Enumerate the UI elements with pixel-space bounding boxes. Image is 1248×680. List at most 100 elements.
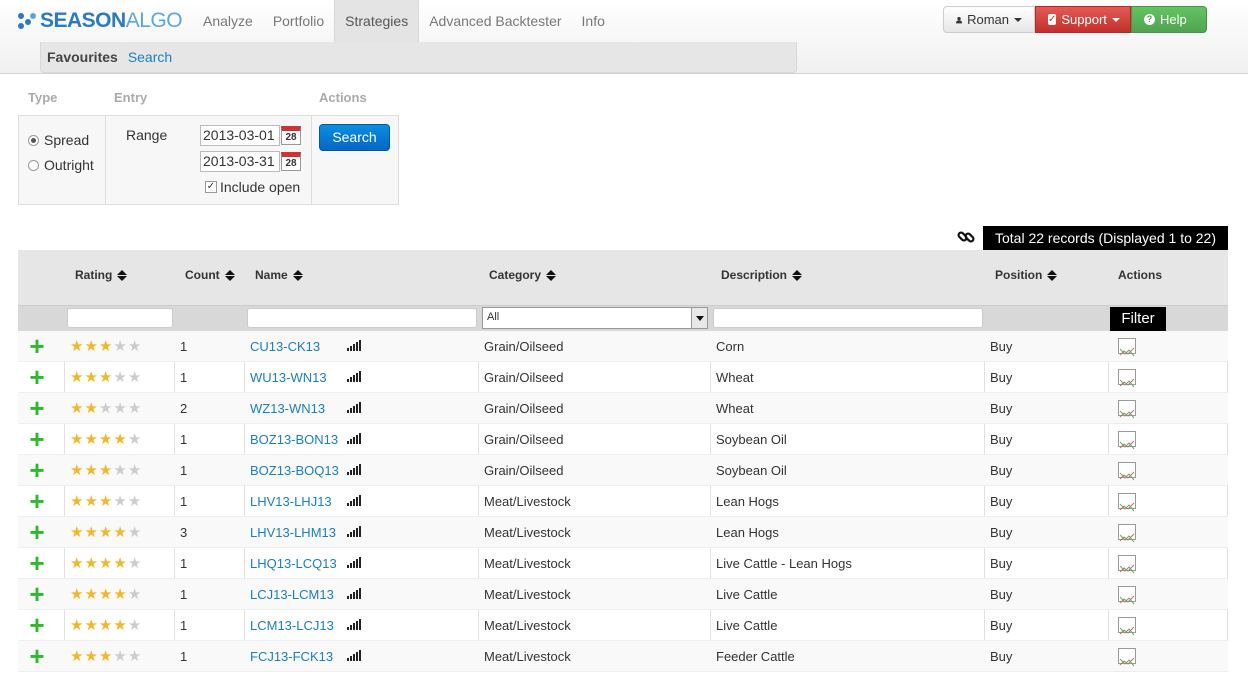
row-name-link[interactable]: LHV13-LHM13 — [250, 517, 336, 548]
include-open-label: Include open — [220, 179, 301, 195]
add-to-favourites-icon[interactable]: + — [27, 610, 47, 641]
help-button[interactable]: ? Help — [1131, 6, 1207, 33]
chart-icon[interactable] — [1118, 524, 1136, 543]
search-button[interactable]: Search — [319, 124, 390, 151]
header-category[interactable]: Category — [489, 268, 557, 282]
signal-bars-icon[interactable] — [347, 557, 361, 568]
row-name-link[interactable]: CU13-CK13 — [250, 331, 320, 362]
star-icon: ★ — [98, 586, 113, 603]
signal-bars-icon[interactable] — [347, 588, 361, 599]
header-count[interactable]: Count — [185, 268, 235, 282]
chart-icon[interactable] — [1118, 493, 1136, 512]
seasonalgo-logo[interactable]: SEASON ALGO — [18, 9, 183, 33]
signal-bars-icon[interactable] — [347, 340, 361, 351]
outright-radio[interactable]: Outright — [28, 157, 94, 173]
add-to-favourites-icon[interactable]: + — [27, 393, 47, 424]
rating-stars[interactable]: ★ ★ ★ ★ ★ — [70, 494, 141, 509]
add-to-favourites-icon[interactable]: + — [27, 331, 47, 362]
nav-info[interactable]: Info — [572, 0, 615, 42]
add-to-favourites-icon[interactable]: + — [27, 362, 47, 393]
chart-icon[interactable] — [1118, 431, 1136, 450]
add-to-favourites-icon[interactable]: + — [27, 641, 47, 672]
add-to-favourites-icon[interactable]: + — [27, 486, 47, 517]
spread-radio[interactable]: Spread — [28, 132, 89, 148]
rating-stars[interactable]: ★ ★ ★ ★ ★ — [70, 401, 141, 416]
rating-stars[interactable]: ★ ★ ★ ★ ★ — [70, 463, 141, 478]
row-count: 1 — [180, 494, 188, 509]
link-icon[interactable] — [956, 227, 976, 247]
signal-bars-icon[interactable] — [347, 464, 361, 475]
rating-stars[interactable]: ★ ★ ★ ★ ★ — [70, 586, 141, 603]
row-category: Meat/Livestock — [484, 618, 571, 633]
header-position[interactable]: Position — [995, 268, 1058, 282]
user-menu-button[interactable]: Roman — [943, 6, 1035, 33]
date-to-input[interactable]: 2013-03-31 — [200, 151, 280, 172]
rating-stars[interactable]: ★ ★ ★ ★ ★ — [70, 432, 141, 447]
rating-stars[interactable]: ★ ★ ★ ★ ★ — [70, 525, 141, 540]
header-description[interactable]: Description — [721, 268, 803, 282]
date-from-input[interactable]: 2013-03-01 — [200, 125, 280, 146]
rating-filter-input[interactable] — [67, 308, 173, 328]
row-name-link[interactable]: LHQ13-LCQ13 — [250, 548, 337, 579]
signal-bars-icon[interactable] — [347, 619, 361, 630]
rating-stars[interactable]: ★ ★ ★ ★ ★ — [70, 617, 142, 634]
nav-analyze[interactable]: Analyze — [193, 0, 263, 42]
calendar-icon[interactable]: 28 — [281, 126, 301, 145]
row-name-link[interactable]: BOZ13-BON13 — [250, 424, 338, 455]
star-icon: ★ — [127, 617, 142, 634]
signal-bars-icon[interactable] — [347, 495, 361, 506]
nav-advanced-backtester[interactable]: Advanced Backtester — [419, 0, 571, 42]
header-rating[interactable]: Rating — [75, 268, 128, 282]
chart-icon[interactable] — [1118, 555, 1136, 574]
row-position: Buy — [990, 339, 1013, 354]
add-to-favourites-icon[interactable]: + — [27, 424, 47, 455]
strategies-table: Rating Count Name Category Description P… — [18, 250, 1228, 672]
rating-stars[interactable]: ★ ★ ★ ★ ★ — [70, 649, 141, 664]
filter-button[interactable]: Filter — [1110, 307, 1166, 331]
signal-bars-icon[interactable] — [347, 371, 361, 382]
row-name-link[interactable]: WZ13-WN13 — [250, 393, 325, 424]
chart-icon[interactable] — [1118, 462, 1136, 481]
chart-icon[interactable] — [1118, 617, 1136, 636]
signal-bars-icon[interactable] — [347, 526, 361, 537]
description-filter-input[interactable] — [713, 308, 983, 328]
row-name-link[interactable]: FCJ13-FCK13 — [250, 641, 333, 672]
nav-portfolio[interactable]: Portfolio — [263, 0, 334, 42]
chart-icon[interactable] — [1118, 338, 1136, 357]
support-menu-button[interactable]: ✓ Support — [1035, 6, 1131, 33]
row-count: 3 — [180, 525, 188, 540]
name-filter-input[interactable] — [247, 308, 477, 328]
add-to-favourites-icon[interactable]: + — [27, 455, 47, 486]
row-name-link[interactable]: LHV13-LHJ13 — [250, 486, 332, 517]
table-row: + ★ ★ ★ ★ ★ 3 LHV13-LHM13 Meat/Livestock Lean Hog… — [18, 517, 1228, 548]
row-count: 1 — [180, 370, 188, 385]
row-name-link[interactable]: BOZ13-BOQ13 — [250, 455, 339, 486]
table-row: + ★ ★ ★ ★ ★ 2 WZ13-WN13 Grain/Oilseed Wheat Buy — [18, 393, 1228, 424]
include-open-checkbox[interactable]: ✓ Include open — [205, 179, 300, 195]
star-icon: ★ — [84, 369, 98, 386]
row-name-link[interactable]: LCJ13-LCM13 — [250, 579, 334, 610]
chart-icon[interactable] — [1118, 586, 1136, 605]
subnav-search[interactable]: Search — [128, 49, 172, 65]
subnav-favourites[interactable]: Favourites — [47, 49, 118, 65]
star-icon: ★ — [70, 586, 84, 603]
add-to-favourites-icon[interactable]: + — [27, 517, 47, 548]
rating-stars[interactable]: ★ ★ ★ ★ ★ — [70, 369, 141, 386]
chart-icon[interactable] — [1118, 648, 1136, 667]
signal-bars-icon[interactable] — [347, 650, 361, 661]
header-name[interactable]: Name — [255, 268, 303, 282]
chart-icon[interactable] — [1118, 369, 1136, 388]
category-filter-select[interactable]: All — [482, 307, 708, 329]
chart-icon[interactable] — [1118, 400, 1136, 419]
rating-stars[interactable]: ★ ★ ★ ★ ★ — [70, 556, 141, 571]
add-to-favourites-icon[interactable]: + — [27, 579, 47, 610]
nav-strategies[interactable]: Strategies — [334, 0, 420, 42]
row-name-link[interactable]: LCM13-LCJ13 — [250, 610, 334, 641]
signal-bars-icon[interactable] — [347, 433, 361, 444]
add-to-favourites-icon[interactable]: + — [27, 548, 47, 579]
signal-bars-icon[interactable] — [347, 402, 361, 413]
row-name-link[interactable]: WU13-WN13 — [250, 362, 327, 393]
rating-stars[interactable]: ★ ★ ★ ★ ★ — [70, 339, 141, 354]
user-name: Roman — [967, 12, 1009, 27]
calendar-icon[interactable]: 28 — [281, 152, 301, 171]
